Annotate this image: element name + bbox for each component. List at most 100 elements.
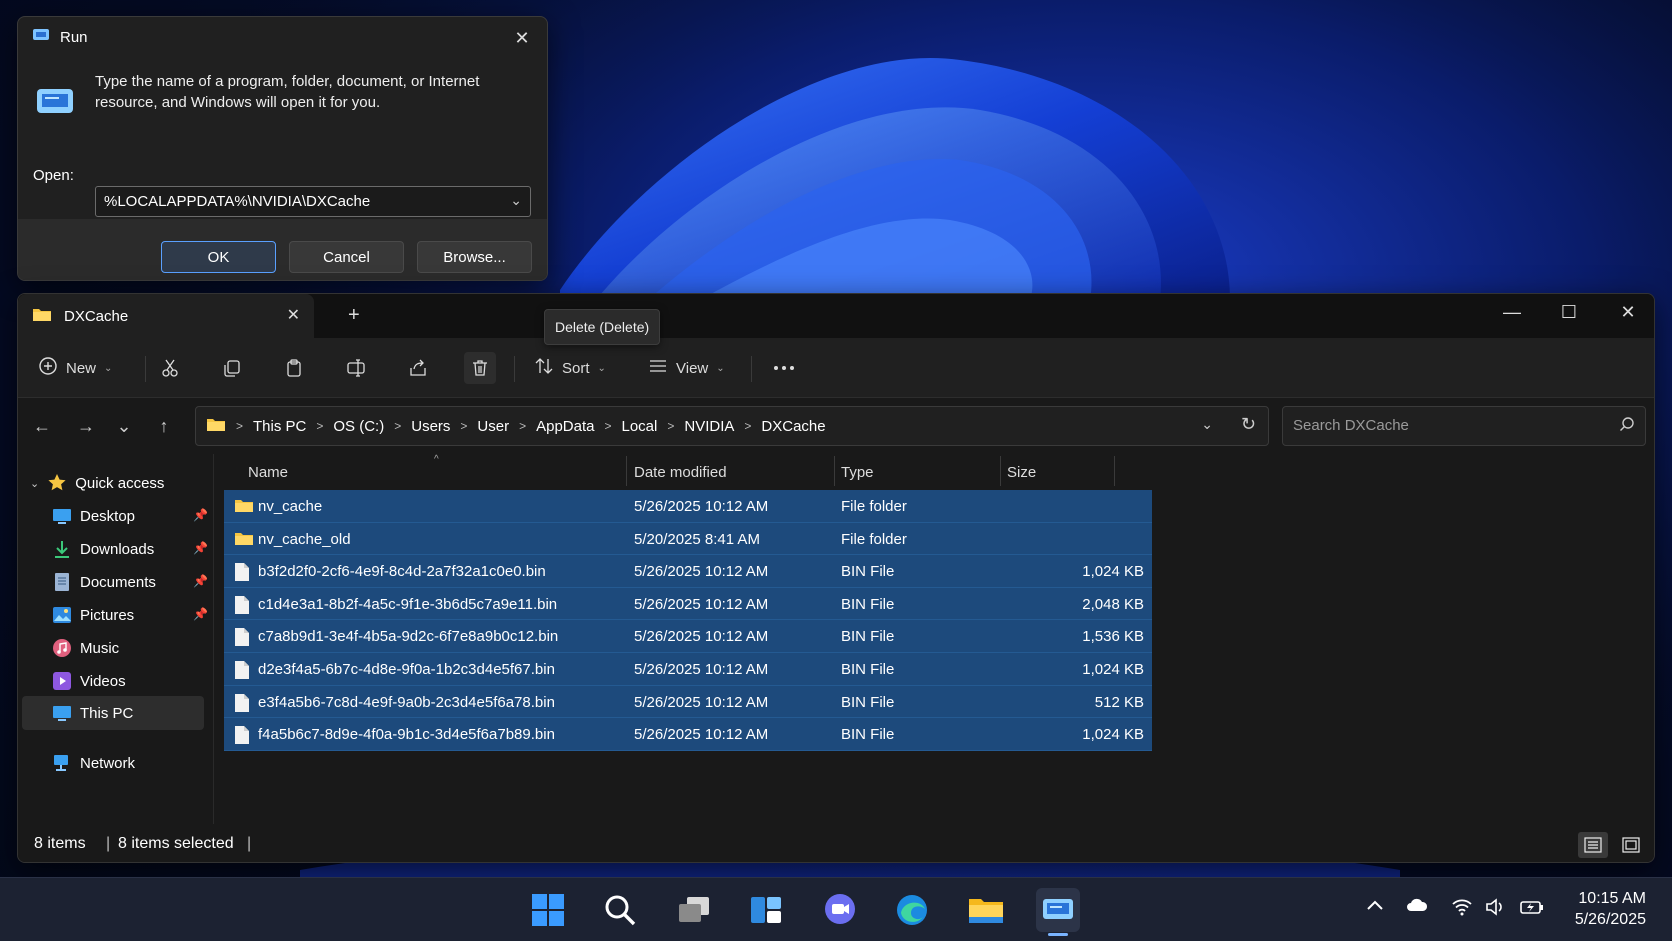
- new-button[interactable]: New ⌄: [38, 354, 112, 382]
- chevron-down-icon[interactable]: ⌄: [30, 477, 39, 490]
- open-input[interactable]: %LOCALAPPDATA%\NVIDIA\DXCache ⌄: [95, 186, 531, 217]
- back-arrow-icon[interactable]: ←: [28, 414, 56, 438]
- widgets-icon[interactable]: [744, 888, 788, 932]
- close-tab-icon[interactable]: ✕: [287, 305, 300, 325]
- pin-icon[interactable]: 📌: [193, 574, 208, 588]
- ok-button[interactable]: OK: [161, 241, 276, 273]
- address-bar[interactable]: > This PC > OS (C:) > Users > User > App…: [195, 406, 1269, 446]
- new-tab-icon[interactable]: +: [348, 304, 360, 327]
- onedrive-icon[interactable]: [1406, 898, 1428, 917]
- search-icon[interactable]: [1619, 416, 1635, 436]
- chevron-right-icon[interactable]: >: [667, 419, 674, 433]
- recent-chevron-icon[interactable]: ⌄: [110, 414, 138, 438]
- file-rows: nv_cache 5/26/2025 10:12 AM File folder …: [224, 490, 1152, 751]
- table-row[interactable]: b3f2d2f0-2cf6-4e9f-8c4d-2a7f32a1c0e0.bin…: [224, 555, 1152, 588]
- pin-icon[interactable]: 📌: [193, 541, 208, 555]
- task-view-icon[interactable]: [672, 888, 716, 932]
- sidebar-item-this-pc[interactable]: This PC: [52, 700, 133, 726]
- close-icon[interactable]: ✕: [509, 25, 535, 51]
- chevron-right-icon[interactable]: >: [460, 419, 467, 433]
- column-header-size[interactable]: Size: [1007, 464, 1036, 481]
- copy-icon[interactable]: [216, 352, 248, 384]
- chevron-right-icon[interactable]: >: [604, 419, 611, 433]
- sidebar-item-desktop[interactable]: Desktop: [52, 503, 135, 529]
- volume-icon[interactable]: [1485, 898, 1507, 921]
- rename-icon[interactable]: [340, 352, 372, 384]
- chevron-down-icon[interactable]: ⌄: [1201, 416, 1213, 433]
- divider: [145, 356, 146, 382]
- column-header-date[interactable]: Date modified: [634, 464, 727, 481]
- table-row[interactable]: f4a5b6c7-8d9e-4f0a-9b1c-3d4e5f6a7b89.bin…: [224, 718, 1152, 751]
- pin-icon[interactable]: 📌: [193, 607, 208, 621]
- tiles-view-icon[interactable]: [1616, 832, 1646, 858]
- details-view-icon[interactable]: [1578, 832, 1608, 858]
- battery-icon[interactable]: [1520, 898, 1544, 921]
- file-date: 5/26/2025 10:12 AM: [634, 498, 769, 515]
- forward-arrow-icon[interactable]: →: [72, 414, 100, 438]
- sidebar-item-videos[interactable]: Videos: [52, 668, 126, 694]
- delete-icon[interactable]: [464, 352, 496, 384]
- sidebar-item-music[interactable]: Music: [52, 635, 119, 661]
- view-button[interactable]: View ⌄: [648, 354, 725, 382]
- breadcrumb-users[interactable]: Users: [411, 418, 450, 435]
- sidebar-item-quick-access[interactable]: ⌄ Quick access: [30, 470, 164, 496]
- column-divider[interactable]: [1114, 456, 1115, 486]
- maximize-icon[interactable]: ☐: [1549, 302, 1589, 323]
- chevron-down-icon[interactable]: ⌄: [510, 192, 522, 209]
- wifi-icon[interactable]: [1451, 898, 1473, 921]
- minimize-icon[interactable]: —: [1492, 302, 1532, 323]
- cut-icon[interactable]: [154, 352, 186, 384]
- start-icon[interactable]: [526, 888, 570, 932]
- file-explorer-icon[interactable]: [964, 888, 1008, 932]
- breadcrumb-local[interactable]: Local: [622, 418, 658, 435]
- chevron-up-icon[interactable]: [1366, 898, 1384, 916]
- table-row[interactable]: nv_cache 5/26/2025 10:12 AM File folder: [224, 490, 1152, 523]
- run-titlebar[interactable]: Run: [18, 17, 547, 57]
- cancel-button[interactable]: Cancel: [289, 241, 404, 273]
- sidebar-item-documents[interactable]: Documents: [52, 569, 156, 595]
- table-row[interactable]: e3f4a5b6-7c8d-4e9f-9a0b-2c3d4e5f6a78.bin…: [224, 685, 1152, 719]
- breadcrumb-this-pc[interactable]: This PC: [253, 418, 306, 435]
- chevron-right-icon[interactable]: >: [316, 419, 323, 433]
- share-icon[interactable]: [402, 352, 434, 384]
- sidebar-item-downloads[interactable]: Downloads: [52, 536, 154, 562]
- edge-icon[interactable]: [890, 888, 934, 932]
- breadcrumb-os-c[interactable]: OS (C:): [333, 418, 384, 435]
- breadcrumb-nvidia[interactable]: NVIDIA: [684, 418, 734, 435]
- sort-button[interactable]: Sort ⌄: [534, 354, 606, 382]
- up-arrow-icon[interactable]: ↑: [150, 414, 178, 438]
- refresh-icon[interactable]: ↻: [1241, 414, 1256, 435]
- run-app-icon: [32, 28, 50, 46]
- chevron-right-icon[interactable]: >: [519, 419, 526, 433]
- column-header-name[interactable]: Name: [248, 464, 288, 481]
- sidebar-item-network[interactable]: Network: [52, 750, 135, 776]
- chat-icon[interactable]: [818, 888, 862, 932]
- paste-icon[interactable]: [278, 352, 310, 384]
- search-icon[interactable]: [598, 888, 642, 932]
- sidebar-item-label: Music: [80, 639, 120, 657]
- more-icon[interactable]: [768, 352, 800, 384]
- sidebar-item-pictures[interactable]: Pictures: [52, 602, 134, 628]
- chevron-right-icon[interactable]: >: [744, 419, 751, 433]
- breadcrumb-user[interactable]: User: [477, 418, 509, 435]
- column-header-type[interactable]: Type: [841, 464, 874, 481]
- tab-dxcache[interactable]: DXCache ✕: [18, 294, 314, 338]
- browse-button[interactable]: Browse...: [417, 241, 532, 273]
- column-divider[interactable]: [1000, 456, 1001, 486]
- column-divider[interactable]: [626, 456, 627, 486]
- sort-icon: [534, 356, 554, 380]
- pin-icon[interactable]: 📌: [193, 508, 208, 522]
- system-clock[interactable]: 10:15 AM 5/26/2025: [1575, 888, 1646, 930]
- breadcrumb-dxcache[interactable]: DXCache: [761, 418, 825, 435]
- view-icon: [648, 356, 668, 380]
- table-row[interactable]: d2e3f4a5-6b7c-4d8e-9f0a-1b2c3d4e5f67.bin…: [224, 652, 1152, 686]
- close-window-icon[interactable]: ✕: [1608, 302, 1648, 323]
- breadcrumb-appdata[interactable]: AppData: [536, 418, 594, 435]
- column-divider[interactable]: [834, 456, 835, 486]
- table-row[interactable]: c1d4e3a1-8b2f-4a5c-9f1e-3b6d5c7a9e11.bin…: [224, 587, 1152, 621]
- search-input[interactable]: Search DXCache: [1282, 406, 1646, 446]
- table-row[interactable]: nv_cache_old 5/20/2025 8:41 AM File fold…: [224, 522, 1152, 556]
- run-icon[interactable]: [1036, 888, 1080, 932]
- table-row[interactable]: c7a8b9d1-3e4f-4b5a-9d2c-6f7e8a9b0c12.bin…: [224, 620, 1152, 653]
- chevron-right-icon[interactable]: >: [394, 419, 401, 433]
